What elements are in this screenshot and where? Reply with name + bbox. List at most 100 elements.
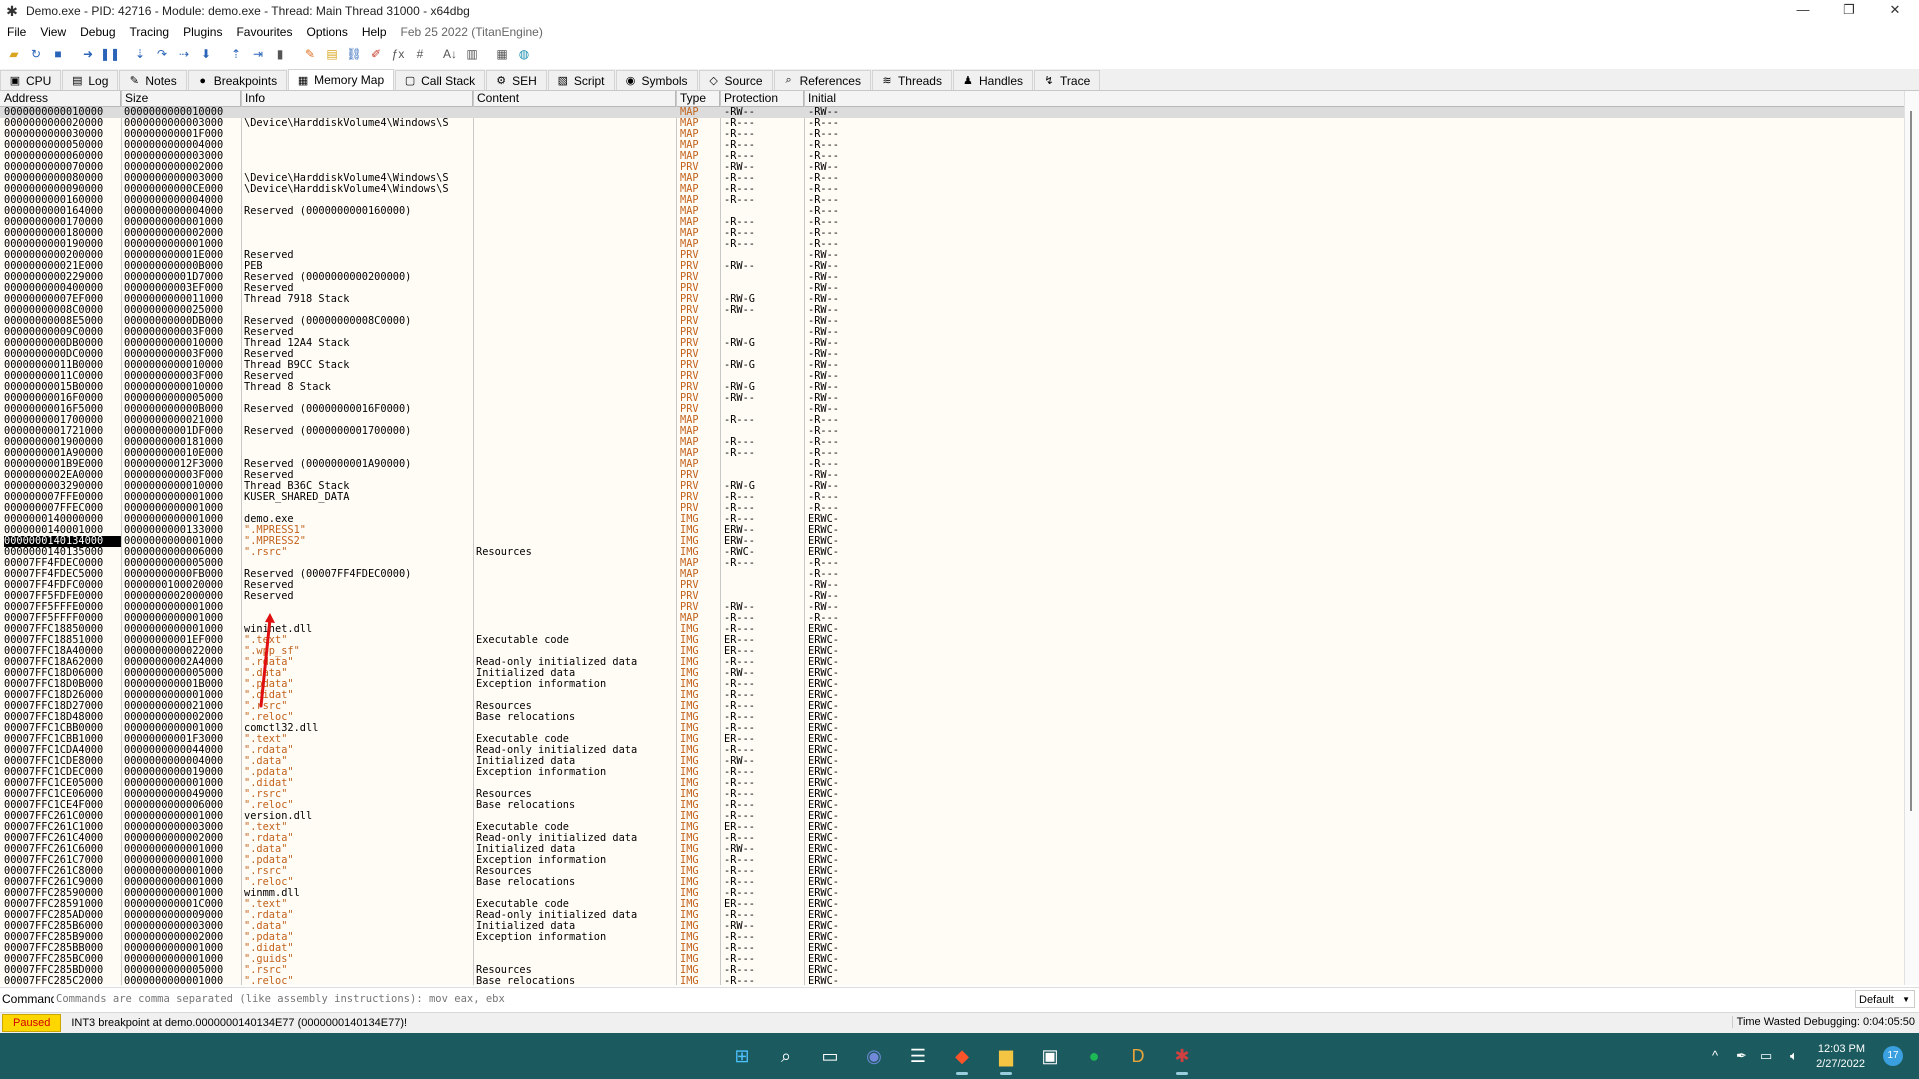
- table-row[interactable]: 0000000000164000 0000000000004000 Reserved…: [0, 206, 1904, 217]
- column-initial[interactable]: Initial: [804, 91, 1904, 106]
- tab-seh[interactable]: ⚙ SEH: [486, 70, 547, 90]
- windows-start-icon[interactable]: ⊞: [726, 1040, 758, 1072]
- menu-debug[interactable]: Debug: [73, 25, 122, 39]
- table-row[interactable]: 00007FFC261C1000 0000000000003000 ".text" E…: [0, 822, 1904, 833]
- column-size[interactable]: Size: [121, 91, 241, 106]
- table-row[interactable]: 00007FF4FDEC5000 00000000000FB000 Reserved…: [0, 569, 1904, 580]
- discord-icon[interactable]: ◉: [858, 1040, 890, 1072]
- patch-icon[interactable]: ✎: [300, 45, 320, 63]
- maximize-button[interactable]: ❐: [1826, 0, 1872, 22]
- table-row[interactable]: 00007FFC261C6000 0000000000001000 ".data" I…: [0, 844, 1904, 855]
- table-row[interactable]: 0000000000090000 00000000000CE000 \Device\…: [0, 184, 1904, 195]
- table-row[interactable]: 00007FFC261C9000 0000000000001000 ".reloc"…: [0, 877, 1904, 888]
- scrollbar-thumb[interactable]: [1910, 111, 1912, 811]
- table-row[interactable]: 0000000001A90000 000000000010E000 MAP -R---…: [0, 448, 1904, 459]
- notification-badge[interactable]: 17: [1883, 1046, 1903, 1066]
- scylla-icon[interactable]: ▮: [270, 45, 290, 63]
- column-protection[interactable]: Protection: [720, 91, 804, 106]
- table-row[interactable]: 00007FFC18D060000000000000005000".data"I…: [0, 668, 1904, 679]
- table-row[interactable]: 00007FFC261C7000 0000000000001000 ".pdata"…: [0, 855, 1904, 866]
- table-row[interactable]: 0000000140134000 0000000000001000 ".MPRESS…: [0, 536, 1904, 547]
- table-row[interactable]: 00007FFC28591000 000000000001C000 ".text" E…: [0, 899, 1904, 910]
- search-icon[interactable]: ⌕: [770, 1040, 802, 1072]
- davinci-icon[interactable]: D: [1122, 1040, 1154, 1072]
- table-row[interactable]: 0000000000400000 00000000003EF000 Reserved…: [0, 283, 1904, 294]
- table-row[interactable]: 0000000001700000 0000000000021000 MAP -R---…: [0, 415, 1904, 426]
- open-icon[interactable]: ▰: [4, 45, 24, 63]
- font-icon[interactable]: A↓: [440, 45, 460, 63]
- table-row[interactable]: 0000000140001000 0000000000133000 ".MPRESS…: [0, 525, 1904, 536]
- close-button[interactable]: ✕: [1872, 0, 1918, 22]
- column-content[interactable]: Content: [473, 91, 676, 106]
- volume-icon[interactable]: 🔈︎: [1790, 1033, 1798, 1079]
- table-row[interactable]: 00000000015B0000 0000000000010000 Thread 8…: [0, 382, 1904, 393]
- menu-file[interactable]: File: [0, 25, 33, 39]
- run-to-user-code-icon[interactable]: ⇥: [248, 45, 268, 63]
- table-row[interactable]: 00007FFC18850000 0000000000001000 wininet.…: [0, 624, 1904, 635]
- menu-plugins[interactable]: Plugins: [176, 25, 229, 39]
- table-row[interactable]: 0000000000070000 0000000000002000 PRV -RW--…: [0, 162, 1904, 173]
- file-explorer-icon[interactable]: ▆: [990, 1040, 1022, 1075]
- table-row[interactable]: 00007FFC261C8000 0000000000001000 ".rsrc" R…: [0, 866, 1904, 877]
- table-row[interactable]: 00007FFC18A62000 00000000002A4000 ".rdata"…: [0, 657, 1904, 668]
- table-row[interactable]: 00007FFC18D48000 0000000000002000 ".reloc"…: [0, 712, 1904, 723]
- table-row[interactable]: 000000007FFE0000 0000000000001000 KUSER_SH…: [0, 492, 1904, 503]
- tab-cpu[interactable]: ▣ CPU: [0, 70, 62, 90]
- run-icon[interactable]: ➜: [78, 45, 98, 63]
- hash-icon[interactable]: #: [410, 45, 430, 63]
- tab-references[interactable]: ⌕ References: [773, 70, 871, 90]
- table-row[interactable]: 00007FF4FDFC0000 0000000100020000 Reserved…: [0, 580, 1904, 591]
- table-row[interactable]: 00007FFC18D26000 0000000000001000 ".didat"…: [0, 690, 1904, 701]
- table-row[interactable]: 00007FFC285B6000 0000000000003000 ".data" I…: [0, 921, 1904, 932]
- table-row[interactable]: 0000000001B9E000 00000000012F3000 Reserved…: [0, 459, 1904, 470]
- table-row[interactable]: 00000000011C0000 000000000003F000 Reserved…: [0, 371, 1904, 382]
- table-row[interactable]: 0000000001900000 0000000000181000 MAP -R---…: [0, 437, 1904, 448]
- table-row[interactable]: 00000000008E5000 00000000000DB000 Reserved…: [0, 316, 1904, 327]
- table-row[interactable]: 0000000000050000 0000000000004000 MAP -R---…: [0, 140, 1904, 151]
- table-row[interactable]: 00007FFC285AD000 0000000000009000 ".rdata"…: [0, 910, 1904, 921]
- table-row[interactable]: 00007FFC1CDE8000 0000000000004000 ".data" I…: [0, 756, 1904, 767]
- table-row[interactable]: 0000000000030000 000000000001F000 MAP -R---…: [0, 129, 1904, 140]
- table-row[interactable]: 0000000000060000 0000000000003000 MAP -R---…: [0, 151, 1904, 162]
- table-row[interactable]: 00007FFC18D27000 0000000000021000 ".rsrc" R…: [0, 701, 1904, 712]
- table-row[interactable]: 00007FFC285B9000 0000000000002000 ".pdata"…: [0, 932, 1904, 943]
- tab-trace[interactable]: ↯ Trace: [1034, 70, 1101, 90]
- table-row[interactable]: 0000000000020000 0000000000003000 \Device\…: [0, 118, 1904, 129]
- table-row[interactable]: 0000000000010000 0000000000010000 MAP -RW--…: [0, 107, 1904, 118]
- stop-icon[interactable]: ■: [48, 45, 68, 63]
- table-row[interactable]: 00007FFC261C0000 0000000000001000 version.…: [0, 811, 1904, 822]
- table-row[interactable]: 00007FF4FDEC0000 0000000000005000 MAP -R---…: [0, 558, 1904, 569]
- tab-script[interactable]: ▧ Script: [547, 70, 615, 90]
- table-row[interactable]: 0000000000190000 0000000000001000 MAP -R---…: [0, 239, 1904, 250]
- table-row[interactable]: 00007FFC285BC000 0000000000001000 ".guids"…: [0, 954, 1904, 965]
- command-input[interactable]: [54, 991, 1847, 1007]
- table-row[interactable]: 0000000000DB0000 0000000000010000 Thread 1…: [0, 338, 1904, 349]
- execute-till-return-icon[interactable]: ⇡: [226, 45, 246, 63]
- table-row[interactable]: 00007FFC261C4000 0000000000002000 ".rdata"…: [0, 833, 1904, 844]
- spotify-icon[interactable]: ●: [1078, 1040, 1110, 1072]
- tab-source[interactable]: ◇ Source: [698, 70, 773, 90]
- table-row[interactable]: 0000000002EA0000 000000000003F000 Reserved…: [0, 470, 1904, 481]
- table-row[interactable]: 0000000140000000 0000000000001000 demo.exe…: [0, 514, 1904, 525]
- table-row[interactable]: 00007FF5FDFE0000 0000000002000000 Reserved…: [0, 591, 1904, 602]
- tab-breakpoints[interactable]: ● Breakpoints: [187, 70, 288, 90]
- column-address[interactable]: Address: [0, 91, 121, 106]
- table-row[interactable]: 00007FFC285BB000 0000000000001000 ".didat"…: [0, 943, 1904, 954]
- table-row[interactable]: 0000000000160000 0000000000004000 MAP -R---…: [0, 195, 1904, 206]
- trace-over-icon[interactable]: ⬇: [196, 45, 216, 63]
- table-row[interactable]: 00007FFC1CBB0000 0000000000001000 comctl32…: [0, 723, 1904, 734]
- tab-memory-map[interactable]: ▦ Memory Map: [288, 69, 395, 90]
- column-info[interactable]: Info: [241, 91, 473, 106]
- menu-favourites[interactable]: Favourites: [229, 25, 299, 39]
- trace-into-icon[interactable]: ⇢: [174, 45, 194, 63]
- table-row[interactable]: 00007FF5FFFE0000 0000000000001000 PRV -RW--…: [0, 602, 1904, 613]
- step-into-icon[interactable]: ⇣: [130, 45, 150, 63]
- table-row[interactable]: 00000000007EF000 0000000000011000 Thread 7…: [0, 294, 1904, 305]
- table-row[interactable]: 00007FF5FFFF0000 0000000000001000 MAP -R---…: [0, 613, 1904, 624]
- memory-icon[interactable]: ▥: [462, 45, 482, 63]
- table-row[interactable]: 000000000021E000 000000000000B000 PEB PRV -R…: [0, 261, 1904, 272]
- table-row[interactable]: 00007FFC1CE4F000 0000000000006000 ".reloc"…: [0, 800, 1904, 811]
- table-row[interactable]: 000000007FFEC000 0000000000001000 PRV -R---…: [0, 503, 1904, 514]
- bookmark-icon[interactable]: ✐: [366, 45, 386, 63]
- table-row[interactable]: 00007FFC28590000 0000000000001000 winmm.dl…: [0, 888, 1904, 899]
